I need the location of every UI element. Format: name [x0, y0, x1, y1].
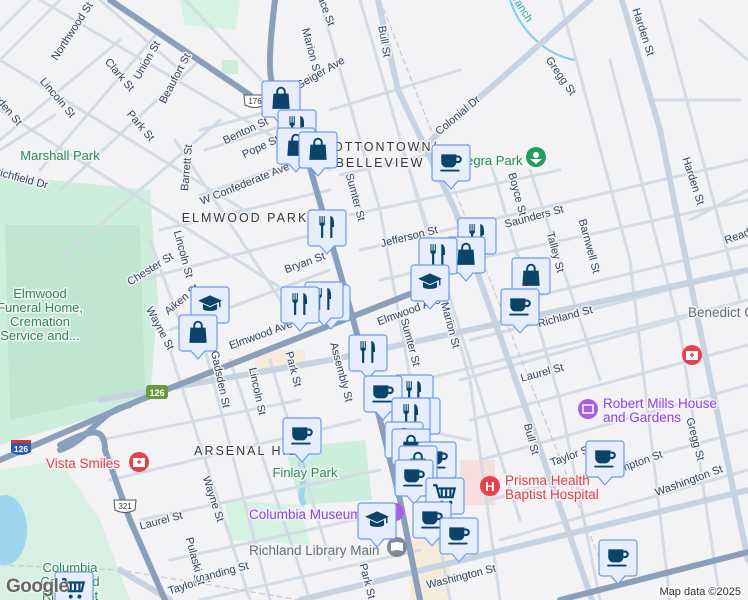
dentist-label[interactable]: Vista Smiles [45, 455, 122, 473]
cafe-marker[interactable] [500, 288, 540, 334]
street-label: ace St [315, 0, 337, 28]
dentist-pin-icon[interactable] [129, 452, 149, 472]
restaurant-marker[interactable] [348, 334, 388, 380]
neighborhood-label: ELMWOOD PARK [182, 211, 309, 225]
museum-label[interactable]: and Gardens [602, 409, 683, 427]
street-label: Colonial Dr [433, 93, 483, 137]
neighborhood-label: COTTONTOWN/ [322, 140, 438, 154]
cafe-marker[interactable] [431, 144, 471, 190]
street-label: Bull St [375, 25, 392, 58]
shield-number: 126 [149, 388, 164, 398]
hospital-label[interactable]: Prisma Health [504, 472, 592, 490]
place-label[interactable]: Funeral Home, [0, 299, 84, 317]
shield-number: 126 [14, 444, 28, 454]
street-label: W Confederate Ave [199, 161, 292, 208]
street-label: Laurel St [138, 510, 184, 533]
street-label: Wayne St [200, 475, 226, 524]
svg-text:H: H [485, 479, 494, 494]
park-label: Marshall Park [20, 148, 100, 163]
street-label: Gadsden St [0, 76, 24, 128]
sc-126-shield: 126 [146, 385, 168, 399]
street-label: Gregg St [543, 55, 578, 98]
library-pin-icon[interactable] [387, 537, 407, 557]
place-label[interactable]: Benedict C [687, 304, 748, 322]
cafe-marker[interactable] [585, 440, 625, 486]
hospital-label[interactable]: Baptist Hospital [504, 486, 601, 504]
street-label: Bull St [521, 422, 541, 456]
street-label: Reade St [723, 220, 748, 247]
shield-number: 176 [248, 97, 262, 106]
street-label: Barnwell St [576, 218, 602, 275]
us-321-shield: 321 [113, 499, 137, 513]
street-label: Gregg St [683, 416, 706, 462]
map-attribution[interactable]: Map data ©2025 [656, 586, 744, 598]
cafe-marker[interactable] [598, 539, 638, 585]
hospital-pin-icon[interactable] [682, 345, 702, 365]
street-label: Beaufort St [157, 51, 193, 105]
park-pin-icon[interactable] [526, 147, 546, 167]
street-label: Saunders St [503, 203, 565, 230]
street-label: Laurel St [519, 362, 565, 385]
place-label[interactable]: Cremation [9, 313, 72, 331]
map-canvas[interactable]: Northwood St Clark St Union St Beaufort … [0, 0, 748, 600]
shield-number: 321 [118, 502, 132, 511]
park-label[interactable]: Finlay Park [271, 464, 340, 482]
neighborhood-label: BELLEVIEW [336, 156, 425, 170]
place-label[interactable]: Elmwood [12, 285, 68, 303]
museum-pin-icon[interactable] [578, 399, 598, 419]
library-label[interactable]: Richland Library Main [248, 542, 382, 560]
restaurant-marker[interactable] [307, 209, 347, 255]
interstate-126-shield: 126 [11, 440, 31, 455]
google-logo: Google [6, 576, 69, 597]
place-label[interactable]: Service and... [0, 327, 81, 345]
hospital-pin-icon[interactable]: H [480, 476, 500, 496]
museum-label[interactable]: Robert Mills House [602, 395, 719, 413]
